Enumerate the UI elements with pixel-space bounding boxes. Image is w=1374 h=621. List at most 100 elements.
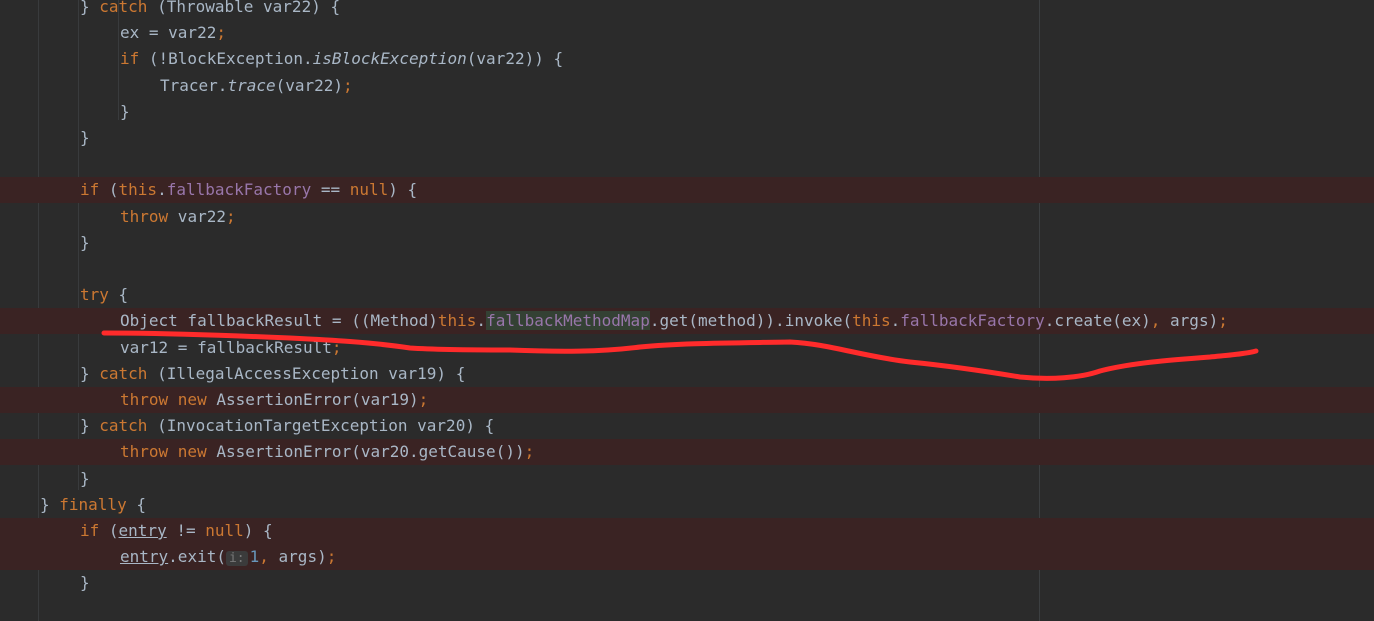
code-token: (var22) [275,75,344,95]
code-token: var22 [168,206,226,226]
code-line[interactable]: } finally { [0,492,1374,518]
code-token: } [80,0,100,16]
code-token: Tracer. [160,75,228,95]
code-line[interactable]: throw new AssertionError(var19); [0,387,1374,413]
code-token: AssertionError(var20.getCause()) [206,442,525,462]
code-line[interactable]: try { [0,282,1374,308]
code-line-text: entry.exit(i: 1, args); [120,544,336,572]
code-line-text: throw new AssertionError(var20.getCause(… [120,439,534,465]
code-token: ; [524,442,535,462]
code-token: . [157,180,167,200]
code-token: .exit( [168,547,226,567]
code-line[interactable]: Tracer.trace(var22); [0,73,1374,99]
code-line[interactable]: } catch (Throwable var22) { [0,0,1374,20]
code-token: 1 [249,547,260,567]
code-line-text: throw var22; [120,204,236,230]
code-token: { [108,285,129,305]
code-token: { [126,494,146,514]
code-token: (Throwable var22) { [147,0,341,16]
code-token: args) [268,547,327,567]
code-token: AssertionError(var19) [206,390,419,409]
code-line[interactable]: } [0,230,1374,256]
code-editor[interactable]: } catch (Throwable var22) {ex = var22; if… [0,0,1374,621]
code-line-text: } catch (Throwable var22) { [80,0,340,20]
code-token: ; [216,23,226,43]
code-line-text: } [80,466,90,492]
code-token: (IllegalAccessException var19) { [147,363,466,383]
code-token: catch [99,363,148,383]
code-line-text: throw new AssertionError(var19); [120,387,428,413]
code-line[interactable]: if (entry != null) { [0,518,1374,544]
code-token: if [80,180,100,200]
code-token: (InvocationTargetException var20) { [147,416,495,436]
code-token: ex = var22 [120,23,217,43]
code-line-text: ex = var22; [120,20,226,46]
code-token: this [118,180,158,200]
code-token: ; [326,547,337,567]
code-line[interactable]: if (!BlockException.isBlockException(var… [0,46,1374,72]
code-line[interactable]: throw new AssertionError(var20.getCause(… [0,439,1374,466]
code-line-text: var12 = fallbackResult; [120,335,342,361]
code-token: ; [1218,311,1228,331]
code-token: } [80,128,90,147]
code-line[interactable] [0,151,1374,177]
code-token: trace [227,75,276,95]
code-token: ; [418,390,429,409]
code-line[interactable]: } [0,99,1374,125]
code-token: .get(method)).invoke( [649,311,853,331]
code-line-text: if (!BlockException.isBlockException(var… [120,46,563,72]
code-token: . [476,311,487,331]
code-line-text: } catch (InvocationTargetException var20… [80,413,494,439]
code-token: entry [118,521,167,540]
code-token: catch [99,0,148,16]
code-token: , [259,547,269,567]
code-line[interactable]: throw var22; [0,204,1374,230]
code-token: throw [120,206,169,226]
code-token: } [80,468,90,488]
code-token: } [80,363,100,383]
code-line[interactable]: } catch (InvocationTargetException var20… [0,413,1374,439]
code-token: . [890,311,901,331]
code-token: catch [99,416,148,436]
code-token: throw new [120,390,207,409]
code-line-text: try { [80,282,128,308]
code-line-text: } [80,570,90,596]
code-token: ) { [388,180,418,200]
code-line[interactable] [0,256,1374,282]
code-line[interactable]: if (this.fallbackFactory == null) { [0,177,1374,204]
code-line[interactable]: ex = var22; [0,20,1374,46]
code-line-text: } [120,99,130,125]
code-token: var12 = fallbackResult [120,337,332,357]
code-token: } [120,101,130,121]
code-token: } [80,232,90,252]
code-line[interactable]: Object fallbackResult = ((Method)this.fa… [0,308,1374,335]
code-token: null [349,180,389,200]
code-line[interactable]: } [0,125,1374,151]
code-token: if [80,521,100,540]
code-line[interactable]: } [0,570,1374,596]
code-token: entry [120,547,169,567]
code-token: finally [59,494,127,514]
code-token: } [40,494,60,514]
code-token: } [80,573,90,593]
code-token: this [852,311,891,331]
code-token: args) [1160,311,1219,331]
code-token: fallbackFactory [900,311,1045,331]
code-token: fallbackFactory [166,180,312,200]
code-line-text: } [80,125,90,151]
code-line[interactable]: } [0,466,1374,492]
code-token: ; [225,206,236,226]
code-line[interactable]: entry.exit(i: 1, args); [0,544,1374,572]
code-token: throw new [120,442,207,462]
code-token: isBlockException [312,49,467,69]
code-line-text: Object fallbackResult = ((Method)this.fa… [120,308,1228,334]
code-line-text: if (entry != null) { [80,518,273,544]
code-token: .create(ex) [1044,311,1151,331]
code-token: == [311,180,350,200]
code-token: (!BlockException. [139,49,313,69]
code-token: , [1150,311,1161,331]
code-line-text: if (this.fallbackFactory == null) { [80,177,417,203]
code-line[interactable]: var12 = fallbackResult; [0,335,1374,361]
code-token: try [80,285,109,305]
code-line[interactable]: } catch (IllegalAccessException var19) { [0,361,1374,387]
